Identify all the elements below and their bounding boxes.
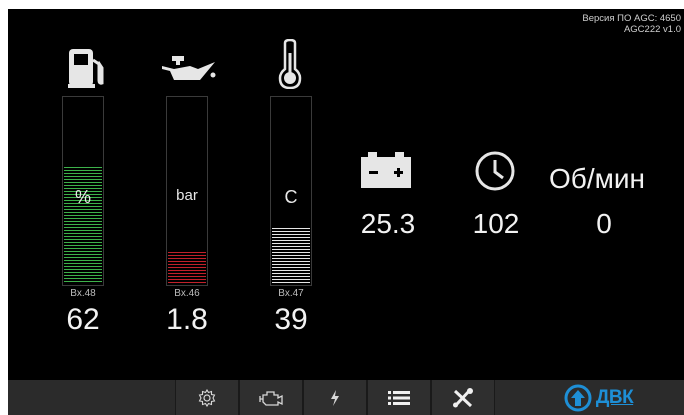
rpm-value: 0 <box>596 208 612 239</box>
settings-button[interactable] <box>175 380 239 415</box>
fuel-level-bar: % <box>62 96 104 286</box>
thermometer-icon <box>278 39 302 89</box>
tools-button[interactable] <box>431 380 495 415</box>
power-button[interactable] <box>303 380 367 415</box>
oil-unit-label: bar <box>176 187 198 204</box>
clock-icon <box>475 151 515 191</box>
engine-icon <box>259 390 283 406</box>
temperature-bar: C <box>270 96 312 286</box>
fuel-pump-icon <box>68 49 104 88</box>
temperature-input-label: Вх.47 <box>278 288 304 299</box>
temperature-unit-label: C <box>284 187 298 207</box>
version-line-2: AGC222 v1.0 <box>623 24 681 35</box>
oil-value: 1.8 <box>166 303 208 336</box>
fuel-unit-label: % <box>74 187 91 207</box>
oil-pressure-bar: bar <box>166 96 208 286</box>
tools-icon <box>453 387 473 407</box>
logo-text: ДВК <box>595 386 634 408</box>
running-hours-value: 102 <box>472 208 520 239</box>
version-line-1: Версия ПО AGC: 4650 <box>582 13 681 24</box>
oil-input-label: Вх.46 <box>174 288 200 299</box>
gear-icon <box>198 388 216 407</box>
oil-can-icon <box>162 56 216 80</box>
rpm-label: Об/мин <box>549 163 645 194</box>
controller-screen: Версия ПО AGC: 4650 AGC222 v1.0 % Вх.48 … <box>8 9 684 415</box>
engine-button[interactable] <box>239 380 303 415</box>
bottom-nav-bar: ДВК <box>8 380 684 415</box>
oil-pressure-fill <box>168 252 206 284</box>
dvk-energo-logo: ДВК <box>513 380 684 415</box>
software-version: Версия ПО AGC: 4650 AGC222 v1.0 <box>582 13 681 35</box>
battery-voltage-value: 25.3 <box>360 208 416 239</box>
fuel-value: 62 <box>66 303 100 336</box>
logo-arrow-icon <box>564 384 592 411</box>
fuel-input-label: Вх.48 <box>70 288 96 299</box>
list-button[interactable] <box>367 380 431 415</box>
lightning-icon <box>331 389 339 406</box>
fuel-level-fill <box>64 167 102 284</box>
temperature-fill <box>272 227 310 284</box>
temperature-value: 39 <box>274 303 308 336</box>
list-icon <box>388 390 410 405</box>
battery-icon <box>361 152 411 188</box>
